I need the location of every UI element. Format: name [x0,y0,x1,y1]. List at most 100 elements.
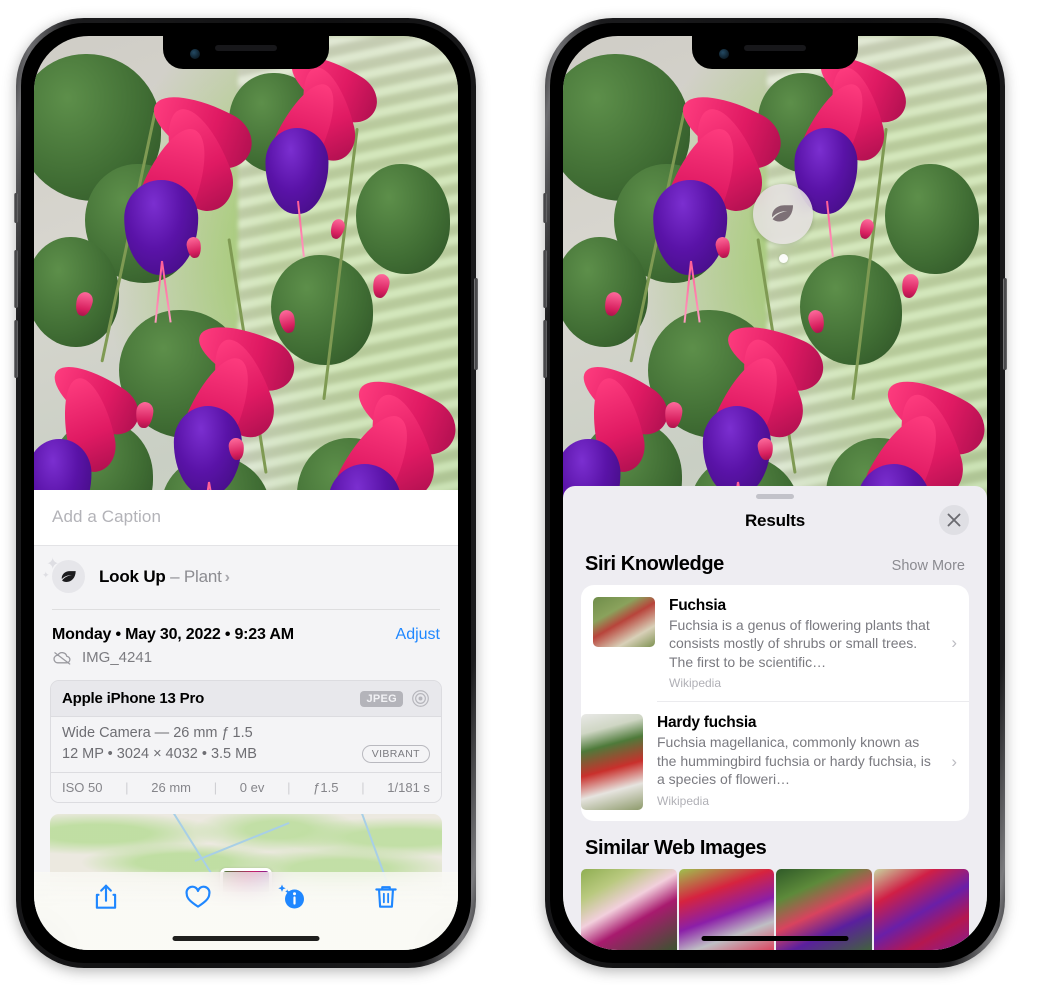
siri-knowledge-heading: Siri Knowledge [585,553,724,575]
photo-info-sheet: Add a Caption ✦ ✦ Look Up – Plant › Mond… [34,490,458,950]
cloud-slash-icon [53,651,71,665]
similar-web-images-header: Similar Web Images [563,821,987,869]
results-header: Results [563,499,987,543]
fuchsia-blossom [631,81,791,323]
file-row: IMG_4241 [34,646,458,678]
exif-card[interactable]: Apple iPhone 13 Pro JPEG Wide Camera — 2… [50,680,442,803]
leaf-icon: ✦ ✦ [42,557,85,593]
share-icon[interactable] [91,882,121,912]
look-up-title: Look Up [99,566,166,586]
screen-right: Results Siri Knowledge Show More Fuchsia… [563,36,987,950]
mute-switch[interactable] [14,193,18,223]
leaf-icon[interactable] [753,184,813,244]
exif-stat-shutter: 1/181 s [387,780,430,795]
exif-stat-exposure: 0 ev [239,780,265,795]
knowledge-source: Wikipedia [657,793,710,808]
aperture-icon [412,690,429,707]
volume-up-button[interactable] [14,250,18,308]
exif-stat-iso: ISO 50 [62,780,103,795]
map-river [194,821,290,862]
volume-down-button[interactable] [14,320,18,378]
exif-stat-aperture: ƒ1.5 [313,780,339,795]
show-more-button[interactable]: Show More [892,558,965,574]
close-icon[interactable] [939,505,969,535]
format-badge: JPEG [360,690,403,707]
resolution-info: 12 MP • 3024 × 4032 • 3.5 MB [62,746,257,762]
fuchsia-thumbnail [593,597,655,647]
chevron-right-icon[interactable]: › [951,633,957,653]
adjust-button[interactable]: Adjust [396,626,440,644]
trash-icon[interactable] [371,882,401,912]
power-button[interactable] [474,278,478,370]
volume-down-button[interactable] [543,320,547,378]
visual-look-up-badge[interactable] [753,184,813,263]
leaf-glyph [772,205,793,222]
fuchsia-blossom [102,81,262,323]
close-glyph [947,513,961,527]
exif-separator: | [287,780,291,795]
leaf-glyph [61,570,76,582]
results-title: Results [744,511,805,530]
similar-image-1[interactable] [581,869,677,950]
notch [163,36,329,69]
iphone-device-left: Add a Caption ✦ ✦ Look Up – Plant › Mond… [14,18,478,968]
mute-switch[interactable] [543,193,547,223]
results-sheet: Results Siri Knowledge Show More Fuchsia… [563,486,987,950]
siri-knowledge-header: Siri Knowledge Show More [563,543,987,585]
power-button[interactable] [1003,278,1007,370]
list-item[interactable]: Fuchsia Fuchsia is a genus of flowering … [581,585,969,701]
similar-web-images-heading: Similar Web Images [585,837,767,860]
device-bezel: Results Siri Knowledge Show More Fuchsia… [550,23,1000,963]
look-up-subject: Plant [183,566,222,586]
exif-stat-focal: 26 mm [151,780,191,795]
info-sparkle-icon[interactable] [275,882,309,912]
foliage [356,163,450,274]
date-row: Monday • May 30, 2022 • 9:23 AM Adjust [34,610,458,646]
fuchsia-blossom [246,41,387,257]
knowledge-description: Fuchsia magellanica, commonly known as t… [657,734,931,788]
hardy-fuchsia-thumbnail [581,714,643,811]
similar-image-4[interactable] [873,869,969,950]
sparkle-icon: ✦ [42,570,50,580]
knowledge-source: Wikipedia [669,676,722,691]
exif-separator: | [361,780,365,795]
look-up-row[interactable]: ✦ ✦ Look Up – Plant › [34,546,458,609]
look-up-anchor-dot [778,254,788,263]
favorite-heart-icon[interactable] [183,882,213,912]
home-indicator[interactable] [172,936,320,941]
chevron-right-icon[interactable]: › [225,569,230,586]
earpiece-speaker [215,45,277,51]
screen-left: Add a Caption ✦ ✦ Look Up – Plant › Mond… [34,36,458,950]
knowledge-title: Fuchsia [669,597,726,614]
earpiece-speaker [744,45,806,51]
exif-separator: | [125,780,129,795]
knowledge-title: Hardy fuchsia [657,714,757,732]
volume-up-button[interactable] [543,250,547,308]
foliage [885,163,979,274]
caption-placeholder[interactable]: Add a Caption [52,507,440,527]
home-indicator[interactable] [701,936,849,941]
exif-stats-row: ISO 50 | 26 mm | 0 ev | ƒ1.5 | 1/181 s [51,772,441,802]
front-camera-icon [190,49,200,59]
front-camera-icon [719,49,729,59]
info-sparkle-glyph [278,884,304,909]
exif-separator: | [213,780,218,795]
notch [692,36,858,69]
lens-info: Wide Camera — 26 mm ƒ 1.5 [62,725,253,741]
look-up-label: Look Up – Plant › [99,567,230,587]
chevron-right-icon[interactable]: › [951,752,957,772]
photo-filename: IMG_4241 [82,649,153,666]
caption-input-row[interactable]: Add a Caption [34,490,458,546]
device-bezel: Add a Caption ✦ ✦ Look Up – Plant › Mond… [21,23,471,963]
camera-device-name: Apple iPhone 13 Pro [62,690,205,707]
list-item[interactable]: Hardy fuchsia Fuchsia magellanica, commo… [581,701,969,821]
siri-knowledge-card: Fuchsia Fuchsia is a genus of flowering … [581,585,969,822]
iphone-device-right: Results Siri Knowledge Show More Fuchsia… [543,18,1007,968]
map-river [147,814,212,874]
exif-header: Apple iPhone 13 Pro JPEG [51,681,441,717]
exif-body: Wide Camera — 26 mm ƒ 1.5 12 MP • 3024 ×… [51,717,441,772]
knowledge-description: Fuchsia is a genus of flowering plants t… [669,617,930,670]
photographic-style-badge: VIBRANT [361,745,430,763]
photo-date: Monday • May 30, 2022 • 9:23 AM [52,626,294,643]
look-up-dash: – [165,566,184,586]
